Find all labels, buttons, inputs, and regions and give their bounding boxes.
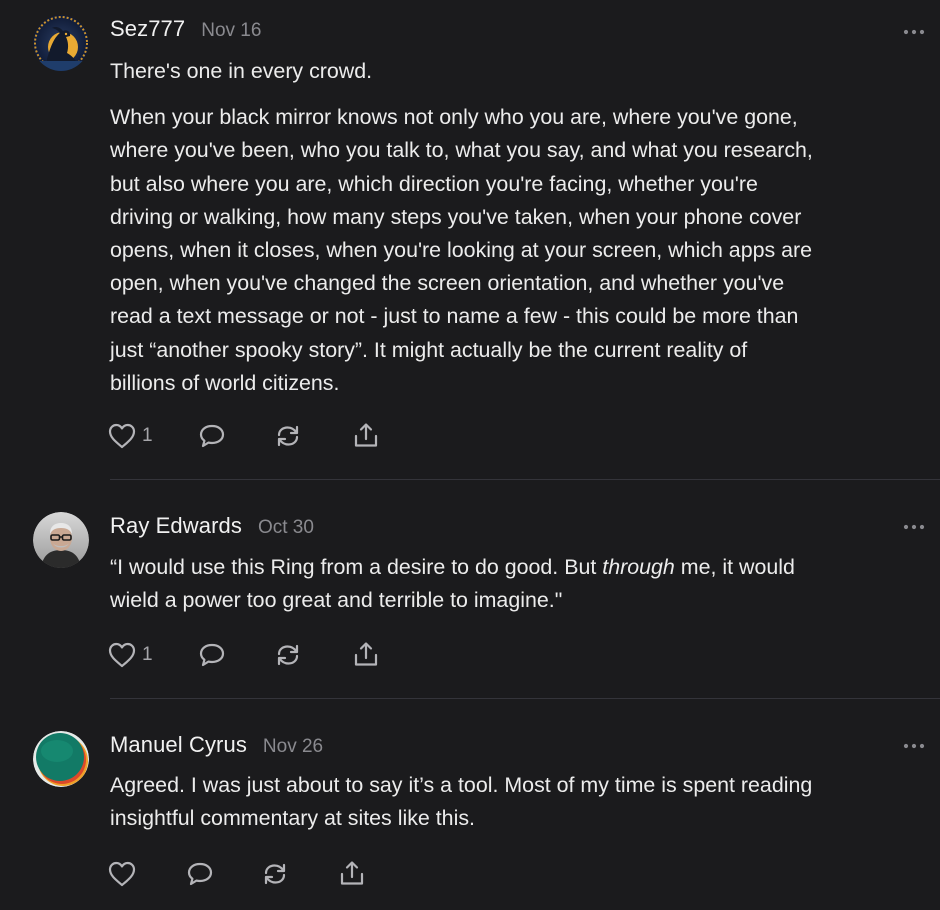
restack-icon — [277, 644, 299, 666]
restack-icon — [264, 863, 286, 885]
comment-text-line: open, when you've changed the screen ori… — [110, 271, 785, 296]
comment-header: Sez777 Nov 16 — [110, 16, 261, 46]
more-options-button[interactable] — [896, 736, 932, 756]
comment-text-line: driving or walking, how many steps you'v… — [110, 204, 802, 229]
share-button[interactable] — [350, 638, 382, 672]
comment-header: Ray Edwards Oct 30 — [110, 513, 314, 543]
author-name[interactable]: Ray Edwards — [110, 513, 242, 539]
share-button[interactable] — [336, 857, 368, 891]
comment-text-line: “I would use this Ring from a desire to … — [110, 551, 930, 584]
author-name[interactable]: Manuel Cyrus — [110, 732, 247, 758]
speech-bubble-icon — [187, 862, 213, 886]
ellipsis-icon — [903, 743, 925, 749]
comment-date[interactable]: Oct 30 — [258, 517, 314, 539]
comment-text-line: opens, when it closes, when you're looki… — [110, 238, 813, 263]
comment-text-line: Agreed. I was just about to say it’s a t… — [110, 773, 813, 797]
reply-button[interactable] — [196, 419, 228, 453]
comment-text-line: but also where you are, which direction … — [110, 171, 758, 196]
restack-button[interactable] — [272, 638, 304, 672]
comment-text-line: There's one in every crowd. — [110, 59, 373, 83]
ellipsis-icon — [903, 524, 925, 530]
speech-bubble-icon — [199, 643, 225, 667]
heart-icon — [108, 642, 136, 668]
gradient-circle-avatar-icon — [33, 731, 89, 787]
comment-body: There's one in every crowd. When your bl… — [110, 55, 930, 400]
restack-icon — [277, 425, 299, 447]
comment-body: Agreed. I was just about to say it’s a t… — [110, 769, 930, 835]
share-icon — [354, 423, 378, 447]
comment-text-line: where you've been, who you talk to, what… — [110, 138, 813, 163]
comment-text-line: read a text message or not - just to nam… — [110, 304, 799, 329]
share-icon — [354, 642, 378, 666]
comment-divider — [110, 698, 940, 699]
like-button[interactable]: 1 — [106, 419, 153, 453]
raven-moon-avatar-icon — [33, 15, 89, 71]
comment-text-segment: “I would use this Ring from a desire to … — [110, 555, 603, 579]
comment-header: Manuel Cyrus Nov 26 — [110, 732, 323, 762]
share-icon — [340, 861, 364, 885]
comment-text-segment: me, it would — [674, 555, 795, 579]
comment-body: “I would use this Ring from a desire to … — [110, 551, 930, 617]
restack-button[interactable] — [272, 419, 304, 453]
reply-button[interactable] — [184, 857, 216, 891]
comment-text-line: insightful commentary at sites like this… — [110, 806, 475, 831]
ellipsis-icon — [903, 29, 925, 35]
reply-button[interactable] — [196, 638, 228, 672]
more-options-button[interactable] — [896, 517, 932, 537]
photo-avatar-icon — [33, 512, 89, 568]
heart-icon — [108, 861, 136, 887]
comment-text-line: billions of world citizens. — [110, 370, 340, 395]
like-count: 1 — [142, 425, 153, 446]
restack-button[interactable] — [259, 857, 291, 891]
heart-icon — [108, 423, 136, 449]
like-button[interactable]: 1 — [106, 638, 153, 672]
avatar[interactable] — [33, 731, 89, 787]
comment-text-line: wield a power too great and terrible to … — [110, 588, 563, 613]
share-button[interactable] — [350, 419, 382, 453]
speech-bubble-icon — [199, 424, 225, 448]
more-options-button[interactable] — [896, 22, 932, 42]
comment-text-line: just “another spooky story”. It might ac… — [110, 337, 748, 362]
comment-text-italic: through — [602, 555, 675, 579]
like-button[interactable] — [106, 857, 142, 891]
comment-date[interactable]: Nov 26 — [263, 736, 323, 758]
author-name[interactable]: Sez777 — [110, 16, 185, 42]
like-count: 1 — [142, 644, 153, 665]
avatar[interactable] — [33, 512, 89, 568]
comment-text-line: When your black mirror knows not only wh… — [110, 105, 798, 130]
comment-date[interactable]: Nov 16 — [201, 20, 261, 42]
comment-divider — [110, 479, 940, 480]
avatar[interactable] — [33, 15, 89, 71]
